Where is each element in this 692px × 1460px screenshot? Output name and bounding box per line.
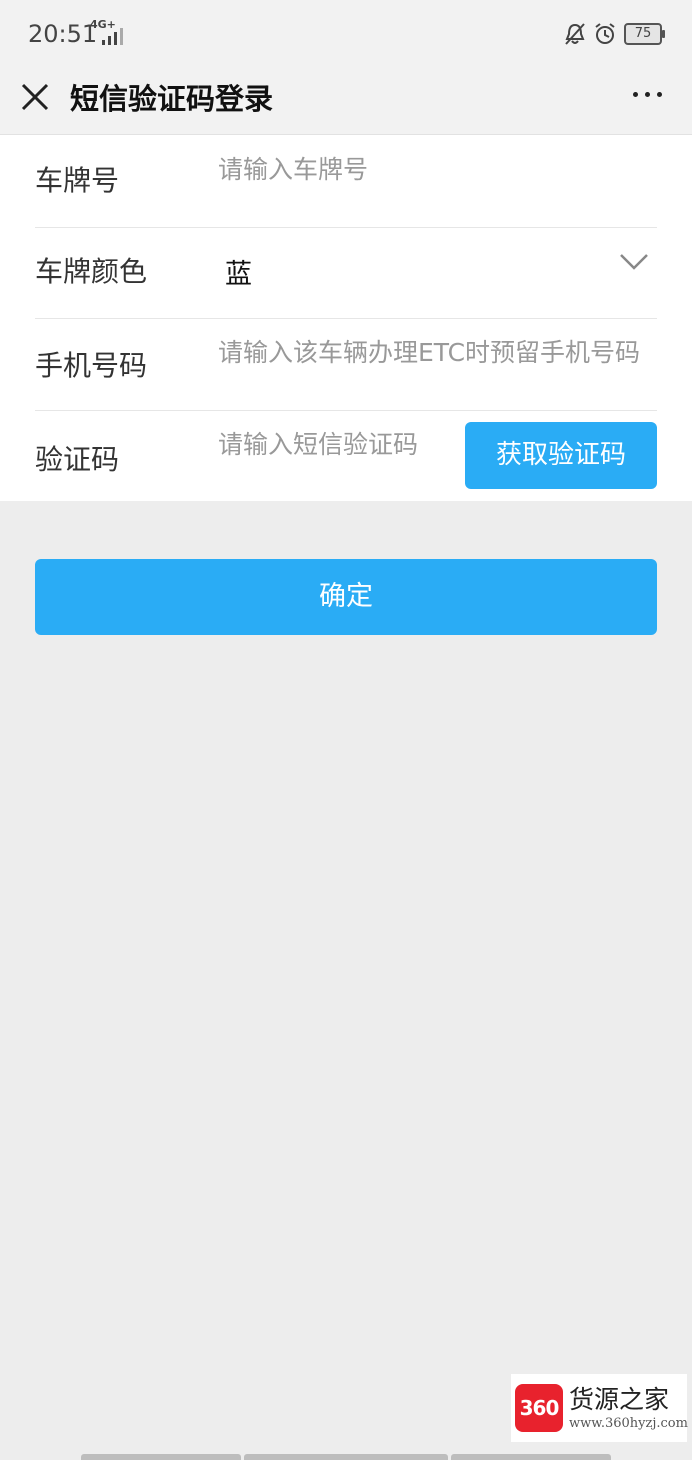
code-row: 验证码 获取验证码 bbox=[35, 410, 657, 502]
watermark: 360 货源之家 www.360hyzj.com bbox=[511, 1374, 688, 1442]
phone-row: 手机号码 bbox=[35, 318, 657, 411]
nav-gesture-bar bbox=[81, 1454, 241, 1460]
phone-label: 手机号码 bbox=[35, 349, 148, 382]
signal-icon bbox=[102, 28, 123, 45]
mute-bell-icon bbox=[565, 23, 585, 45]
plate-color-select[interactable]: 蓝 bbox=[225, 252, 252, 291]
plate-color-label: 车牌颜色 bbox=[35, 255, 148, 288]
get-code-button[interactable]: 获取验证码 bbox=[465, 422, 657, 489]
watermark-logo: 360 bbox=[515, 1384, 563, 1432]
alarm-icon bbox=[595, 23, 615, 44]
plate-number-row: 车牌号 bbox=[35, 135, 657, 228]
nav-gesture-bar bbox=[451, 1454, 611, 1460]
battery-icon: 75 bbox=[624, 23, 665, 45]
close-icon[interactable] bbox=[18, 80, 52, 114]
watermark-name: 货源之家 bbox=[569, 1385, 670, 1414]
status-bar: 20:51 4G+ 75 bbox=[0, 0, 692, 70]
nav-gesture-bar bbox=[244, 1454, 448, 1460]
watermark-url: www.360hyzj.com bbox=[569, 1416, 688, 1431]
nav-bar: 短信验证码登录 bbox=[0, 70, 692, 135]
battery-level: 75 bbox=[634, 26, 652, 41]
page-title: 短信验证码登录 bbox=[70, 82, 274, 116]
plate-color-row[interactable]: 车牌颜色 蓝 bbox=[35, 226, 657, 319]
phone-input[interactable] bbox=[218, 332, 648, 372]
confirm-button[interactable]: 确定 bbox=[35, 559, 657, 635]
more-options-icon[interactable] bbox=[633, 92, 662, 97]
code-label: 验证码 bbox=[35, 443, 120, 476]
plate-number-input[interactable] bbox=[218, 149, 638, 189]
code-input[interactable] bbox=[218, 424, 448, 464]
chevron-down-icon[interactable] bbox=[619, 252, 649, 272]
status-time: 20:51 bbox=[28, 20, 98, 48]
plate-number-label: 车牌号 bbox=[35, 164, 120, 197]
login-form: 车牌号 车牌颜色 蓝 手机号码 验证码 获取验证码 bbox=[0, 135, 692, 501]
